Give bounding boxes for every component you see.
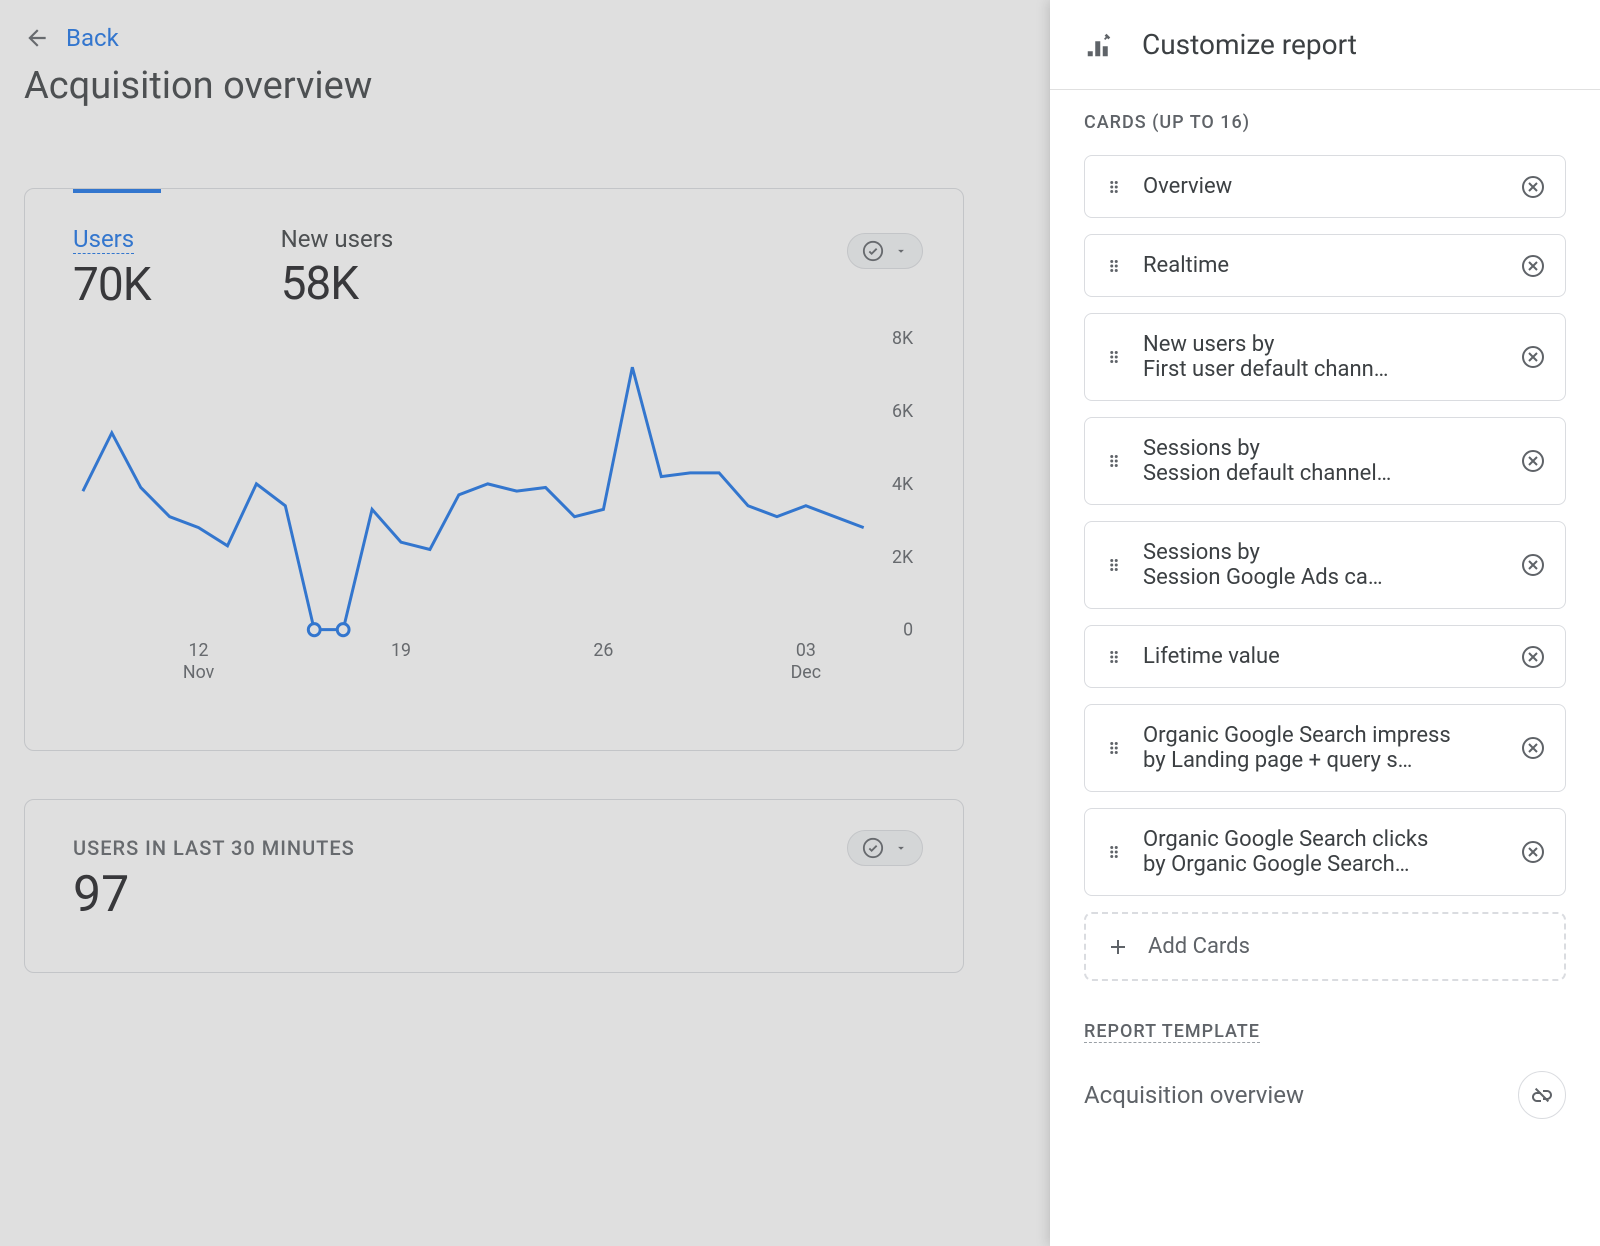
line-chart: 8K 6K 4K 2K 0 12Nov 19 26 03Dec: [25, 320, 963, 750]
remove-card-button[interactable]: [1521, 345, 1545, 369]
panel-header: Customize report: [1050, 0, 1600, 90]
arrow-left-icon: [24, 25, 50, 51]
card-item-subtitle: by Organic Google Search…: [1143, 852, 1501, 877]
card-item[interactable]: Organic Google Search clicks by Organic …: [1084, 808, 1566, 896]
card-item-title: Organic Google Search clicks: [1143, 827, 1501, 852]
metric-users[interactable]: Users 70K: [73, 225, 151, 312]
svg-text:12: 12: [189, 640, 209, 661]
add-cards-label: Add Cards: [1148, 934, 1250, 959]
card-item[interactable]: Overview: [1084, 155, 1566, 218]
drag-handle-icon[interactable]: [1105, 556, 1123, 574]
card-item-subtitle: First user default chann…: [1143, 357, 1501, 382]
realtime-card: USERS IN LAST 30 MINUTES 97: [24, 799, 964, 973]
card-item-title: Organic Google Search impress: [1143, 723, 1501, 748]
drag-handle-icon[interactable]: [1105, 257, 1123, 275]
template-name: Acquisition overview: [1084, 1081, 1304, 1109]
remove-card-button[interactable]: [1521, 254, 1545, 278]
svg-text:2K: 2K: [892, 547, 914, 568]
svg-text:4K: 4K: [892, 474, 914, 495]
card-item-subtitle: by Landing page + query s…: [1143, 748, 1501, 773]
unlink-template-button[interactable]: [1518, 1071, 1566, 1119]
svg-text:19: 19: [391, 640, 411, 661]
overview-card: Users 70K New users 58K 8K 6K 4K 2K 0 12Nov 19…: [24, 188, 964, 751]
close-circle-icon: [1521, 345, 1545, 369]
card-item[interactable]: New users by First user default chann…: [1084, 313, 1566, 401]
realtime-value: 97: [73, 866, 915, 924]
close-circle-icon: [1521, 645, 1545, 669]
plus-icon: [1106, 935, 1130, 959]
metrics-row: Users 70K New users 58K: [25, 193, 963, 320]
back-label: Back: [66, 24, 119, 52]
caret-down-icon: [894, 841, 908, 855]
metric-label: Users: [73, 225, 134, 254]
card-item-title: Overview: [1143, 174, 1501, 199]
customize-icon: [1084, 30, 1114, 60]
card-options-menu[interactable]: [847, 233, 923, 269]
metric-value: 70K: [73, 258, 151, 312]
check-circle-icon: [862, 240, 884, 262]
svg-text:Nov: Nov: [183, 662, 215, 683]
remove-card-button[interactable]: [1521, 840, 1545, 864]
card-item[interactable]: Realtime: [1084, 234, 1566, 297]
card-item-title: Sessions by: [1143, 436, 1501, 461]
close-circle-icon: [1521, 175, 1545, 199]
cards-section-label: CARDS (UP TO 16): [1084, 112, 1566, 133]
remove-card-button[interactable]: [1521, 175, 1545, 199]
svg-text:26: 26: [593, 640, 613, 661]
card-item-title: New users by: [1143, 332, 1501, 357]
unlink-icon: [1530, 1083, 1554, 1107]
metric-label: New users: [281, 225, 394, 253]
remove-card-button[interactable]: [1521, 736, 1545, 760]
drag-handle-icon[interactable]: [1105, 348, 1123, 366]
card-item-title: Lifetime value: [1143, 644, 1501, 669]
close-circle-icon: [1521, 553, 1545, 577]
card-item[interactable]: Lifetime value: [1084, 625, 1566, 688]
drag-handle-icon[interactable]: [1105, 452, 1123, 470]
remove-card-button[interactable]: [1521, 553, 1545, 577]
close-circle-icon: [1521, 254, 1545, 278]
svg-text:Dec: Dec: [791, 662, 821, 683]
svg-text:03: 03: [796, 640, 816, 661]
caret-down-icon: [894, 244, 908, 258]
drag-handle-icon[interactable]: [1105, 648, 1123, 666]
check-circle-icon: [862, 837, 884, 859]
add-cards-button[interactable]: Add Cards: [1084, 912, 1566, 981]
close-circle-icon: [1521, 736, 1545, 760]
card-item-title: Realtime: [1143, 253, 1501, 278]
card-item-title: Sessions by: [1143, 540, 1501, 565]
svg-text:0: 0: [903, 620, 913, 641]
drag-handle-icon[interactable]: [1105, 178, 1123, 196]
customize-panel: Customize report CARDS (UP TO 16) Overvi…: [1050, 0, 1600, 1246]
card-item-subtitle: Session default channel…: [1143, 461, 1501, 486]
close-circle-icon: [1521, 840, 1545, 864]
drag-handle-icon[interactable]: [1105, 739, 1123, 757]
remove-card-button[interactable]: [1521, 449, 1545, 473]
card-item[interactable]: Sessions by Session default channel…: [1084, 417, 1566, 505]
card-options-menu[interactable]: [847, 830, 923, 866]
drag-handle-icon[interactable]: [1105, 843, 1123, 861]
svg-text:6K: 6K: [892, 401, 914, 422]
card-item[interactable]: Organic Google Search impress by Landing…: [1084, 704, 1566, 792]
template-section-label: REPORT TEMPLATE: [1084, 1021, 1260, 1043]
svg-text:8K: 8K: [892, 328, 914, 349]
metric-new-users[interactable]: New users 58K: [281, 225, 394, 311]
close-circle-icon: [1521, 449, 1545, 473]
metric-value: 58K: [281, 257, 394, 311]
remove-card-button[interactable]: [1521, 645, 1545, 669]
card-item-subtitle: Session Google Ads ca…: [1143, 565, 1501, 590]
card-item[interactable]: Sessions by Session Google Ads ca…: [1084, 521, 1566, 609]
realtime-title: USERS IN LAST 30 MINUTES: [73, 836, 915, 860]
active-tab-indicator: [73, 189, 161, 193]
panel-title: Customize report: [1142, 28, 1357, 61]
